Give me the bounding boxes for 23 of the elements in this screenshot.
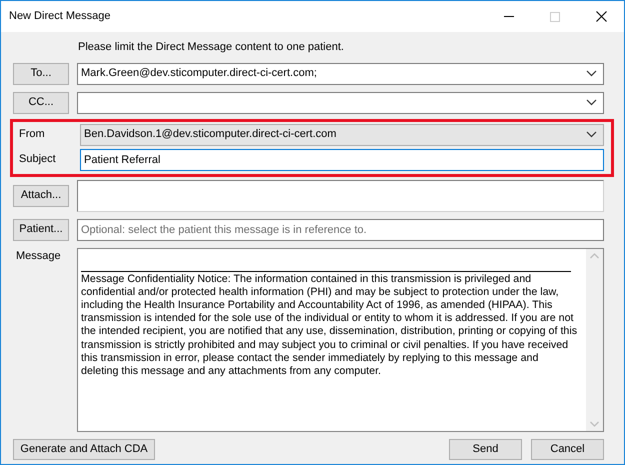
confidentiality-notice: Message Confidentiality Notice: The information contained in this transmission is privileged and confidential and/or protected health information (PHI) and may be subject to protection under the law, including the Health Insurance Portability and Accountability Act of 1996, as amended (HIPAA). This transmission is intended for the sole use of the individual or entity to whom it is addressed. If you are not the intended recipient, you are notified that any use, dissemination, distribution, printing or copying of this transmission is strictly prohibited and may subject you to criminal or civil penalties. If you have received this transmission in error, please contact the sender immediately by replying to this message and deleting this message and any attachments from any computer. (81, 272, 578, 378)
dropdown-field[interactable] (77, 92, 604, 114)
cancel-button[interactable]: Cancel (531, 438, 604, 460)
text-field[interactable]: Optional: select the patient this message is in reference to. (77, 218, 604, 240)
text-field[interactable]: Patient Referral (80, 148, 604, 170)
field-button[interactable]: CC... (13, 92, 69, 114)
window-title: New Direct Message (9, 9, 112, 24)
field-label: Subject (18, 153, 56, 166)
field-button[interactable]: Attach... (13, 184, 69, 206)
chevron-down-icon (586, 99, 597, 106)
patient-button[interactable]: Patient... (13, 218, 69, 240)
attachment-area[interactable] (77, 180, 604, 212)
instruction-text: Please limit the Direct Message content to one patient. (78, 40, 345, 55)
message-label: Message (15, 250, 61, 262)
dropdown-field[interactable]: Ben.Davidson.1@dev.sticomputer.direct-ci-cert.com (80, 124, 604, 146)
field-button[interactable]: To... (13, 62, 69, 84)
chevron-down-icon (586, 70, 597, 77)
send-button[interactable]: Send (449, 438, 522, 460)
close-icon[interactable] (596, 11, 606, 22)
generate-cda-button[interactable]: Generate and Attach CDA (13, 438, 155, 460)
dropdown-field[interactable]: Mark.Green@dev.sticomputer.direct-ci-cert.com; (77, 62, 604, 84)
chevron-down-icon (586, 131, 597, 138)
field-label: From (18, 128, 45, 140)
